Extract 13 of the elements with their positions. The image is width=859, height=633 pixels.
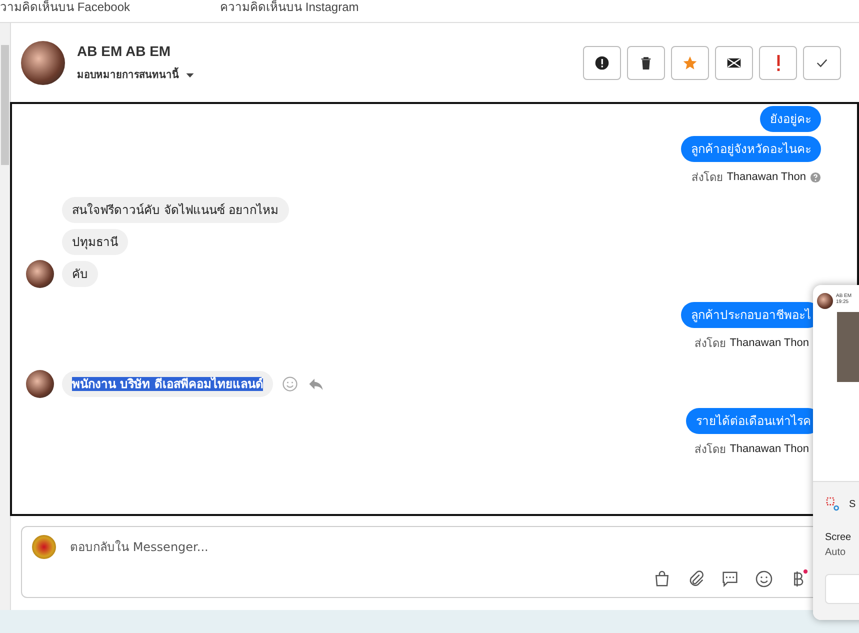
- agent-name: Thanawan Thon: [730, 443, 809, 455]
- app-name: S: [849, 498, 856, 510]
- agent-name: Thanawan Thon: [726, 171, 806, 183]
- received-message: คับ: [62, 261, 98, 287]
- sent-by-label: ส่งโดย: [694, 442, 726, 458]
- received-message: ปทุมธานี: [62, 229, 128, 255]
- contact-name: AB EM AB EM: [77, 43, 172, 59]
- sent-message: ยังอยู่คะ: [760, 106, 821, 132]
- received-message: สนใจฟรีดาวน์คับ จัดไฟแนนซ์ อยากไหม: [62, 197, 289, 223]
- sent-by-label: ส่งโดย: [694, 336, 726, 352]
- sent-message: ลูกค้าอยู่จังหวัดอะไนคะ: [681, 136, 821, 162]
- agent-name: Thanawan Thon: [730, 337, 809, 349]
- sent-by-label: ส่งโดย: [692, 170, 723, 186]
